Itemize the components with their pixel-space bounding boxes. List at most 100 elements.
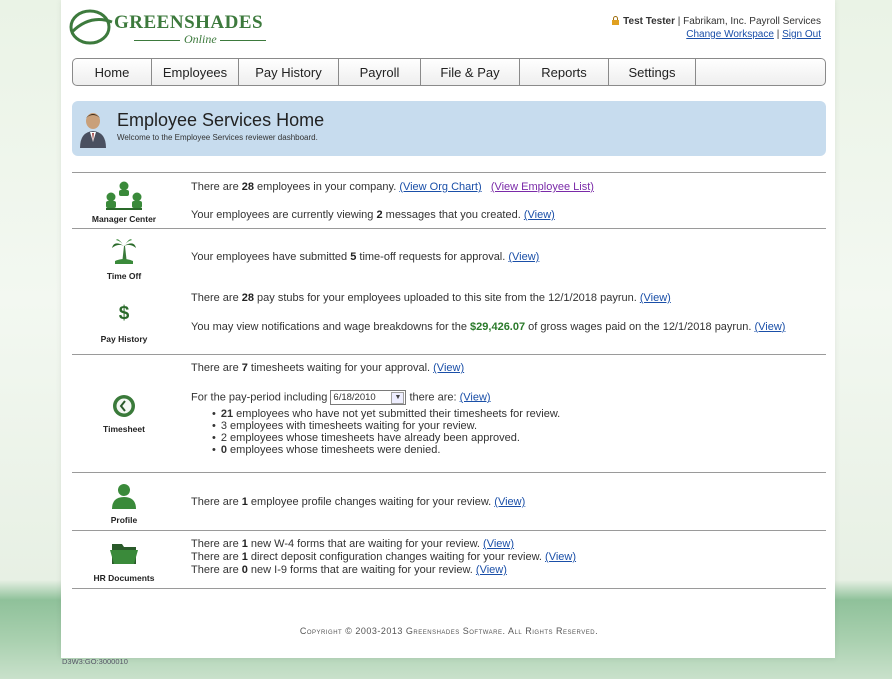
view-timesheets-link[interactable]: (View) xyxy=(433,362,464,374)
user-name: Test Tester xyxy=(623,16,676,27)
folder-icon xyxy=(110,544,138,564)
dollar-icon: $ xyxy=(119,303,130,323)
text: There are xyxy=(191,362,242,374)
nav-reports[interactable]: Reports xyxy=(520,59,609,85)
section-pay-history: $ Pay History There are 28 pay stubs for… xyxy=(72,285,826,354)
view-w4-link[interactable]: (View) xyxy=(483,538,514,550)
nav-payroll[interactable]: Payroll xyxy=(339,59,421,85)
view-i9-link[interactable]: (View) xyxy=(476,564,507,576)
pay-history-label: Pay History xyxy=(100,334,148,344)
list-item: 21 employees who have not yet submitted … xyxy=(212,408,560,420)
employee-count: 28 xyxy=(241,181,254,193)
copyright-text: Copyright © 2003-2013 Greenshades Softwa… xyxy=(299,626,599,636)
timesheet-label: Timesheet xyxy=(103,424,145,434)
text: new I-9 forms that are waiting for your … xyxy=(247,564,476,576)
text: There are xyxy=(191,551,242,563)
text: There are xyxy=(191,538,242,550)
nav-file-pay[interactable]: File & Pay xyxy=(421,59,520,85)
pay-period-date-picker[interactable]: 6/18/2010 ▼ xyxy=(330,390,407,405)
view-org-chart-link[interactable]: (View Org Chart) xyxy=(399,181,481,193)
user-info: Test Tester | Fabrikam, Inc. Payroll Ser… xyxy=(611,15,821,41)
text: timesheets waiting for your approval. xyxy=(247,362,434,374)
logo-rule-right xyxy=(220,40,266,41)
text: Your employees have submitted xyxy=(191,251,351,263)
profile-changes-line: There are 1 employee profile changes wai… xyxy=(191,496,525,508)
main-nav: Home Employees Pay History Payroll File … xyxy=(72,58,826,86)
text: messages that you created. xyxy=(382,209,524,221)
manager-messages-line: Your employees are currently viewing 2 m… xyxy=(191,209,555,221)
text: employees in your company. xyxy=(254,181,400,193)
view-profile-changes-link[interactable]: (View) xyxy=(494,496,525,508)
sign-out-link[interactable]: Sign Out xyxy=(782,29,821,40)
header-separator: | xyxy=(773,29,783,40)
greenshades-logo[interactable]: GREENSHADES Online xyxy=(68,6,268,46)
text: time-off requests for approval. xyxy=(356,251,509,263)
view-pay-period-link[interactable]: (View) xyxy=(460,391,491,403)
user-avatar-icon xyxy=(80,113,106,148)
clock-icon xyxy=(113,395,135,417)
text: employees with timesheets waiting for yo… xyxy=(226,420,478,432)
text: employees whose timesheets were denied. xyxy=(226,444,441,456)
page-title-panel: Employee Services Home Welcome to the Em… xyxy=(72,101,826,156)
change-workspace-link[interactable]: Change Workspace xyxy=(686,29,774,40)
text: pay stubs for your employees uploaded to… xyxy=(254,292,640,304)
brand-name: GREENSHADES xyxy=(114,12,264,33)
view-time-off-link[interactable]: (View) xyxy=(508,251,539,263)
time-off-line: Your employees have submitted 5 time-off… xyxy=(191,251,539,263)
svg-text:$: $ xyxy=(119,303,130,323)
pay-period-date-value: 6/18/2010 xyxy=(333,392,376,403)
text: there are: xyxy=(406,391,460,404)
text: employee profile changes waiting for you… xyxy=(247,496,495,508)
count: 21 xyxy=(220,408,234,420)
chevron-down-icon[interactable]: ▼ xyxy=(391,392,405,404)
text: new W-4 forms that are waiting for your … xyxy=(247,538,484,550)
view-pay-stubs-link[interactable]: (View) xyxy=(640,292,671,304)
view-messages-link[interactable]: (View) xyxy=(524,209,555,221)
text: of gross wages paid on the 12/1/2018 pay… xyxy=(525,321,752,333)
text: Your employees are currently viewing xyxy=(191,209,377,221)
text: There are xyxy=(191,496,242,508)
timesheet-status-list: 21 employees who have not yet submitted … xyxy=(212,408,560,456)
pay-stubs-line: There are 28 pay stubs for your employee… xyxy=(191,292,671,304)
section-manager-center: Manager Center There are 28 employees in… xyxy=(72,172,826,228)
lock-icon xyxy=(612,16,620,25)
view-employee-list-link[interactable]: (View Employee List) xyxy=(491,181,594,193)
manager-center-label: Manager Center xyxy=(91,214,157,224)
time-off-label: Time Off xyxy=(106,271,142,281)
timesheets-waiting-line: There are 7 timesheets waiting for your … xyxy=(191,362,464,374)
pay-period-line: For the pay-period including 6/18/2010 ▼ … xyxy=(191,390,491,405)
text: employees who have not yet submitted the… xyxy=(233,408,561,420)
logo-rule-left xyxy=(134,40,180,41)
person-icon xyxy=(112,484,136,509)
hr-documents-label: HR Documents xyxy=(93,573,155,583)
nav-empty xyxy=(696,59,825,85)
list-item: 2 employees whose timesheets have alread… xyxy=(212,432,560,444)
view-direct-deposit-link[interactable]: (View) xyxy=(545,551,576,563)
text: For the pay-period including xyxy=(191,391,331,404)
view-wage-breakdown-link[interactable]: (View) xyxy=(754,321,785,333)
text: direct deposit configuration changes wai… xyxy=(247,551,546,563)
pay-stub-count: 28 xyxy=(241,292,254,304)
greenshades-logo-icon xyxy=(69,9,113,45)
nav-pay-history[interactable]: Pay History xyxy=(239,59,339,85)
nav-home[interactable]: Home xyxy=(73,59,152,85)
list-item: 0 employees whose timesheets were denied… xyxy=(212,444,560,456)
nav-settings[interactable]: Settings xyxy=(609,59,696,85)
manager-employees-line: There are 28 employees in your company. … xyxy=(191,181,594,193)
w4-forms-line: There are 1 new W-4 forms that are waiti… xyxy=(191,538,514,550)
footer-divider xyxy=(72,588,826,589)
i9-forms-line: There are 0 new I-9 forms that are waiti… xyxy=(191,564,507,576)
direct-deposit-line: There are 1 direct deposit configuration… xyxy=(191,551,576,563)
brand-sub: Online xyxy=(184,32,217,46)
text: There are xyxy=(191,292,242,304)
company-name: | Fabrikam, Inc. Payroll Services xyxy=(675,16,821,27)
list-item: 3 employees with timesheets waiting for … xyxy=(212,420,560,432)
gross-wages-amount: $29,426.07 xyxy=(470,321,526,333)
nav-employees[interactable]: Employees xyxy=(152,59,239,85)
page-code: D3W3:GO:3000010 xyxy=(62,657,128,666)
page-subtitle: Welcome to the Employee Services reviewe… xyxy=(117,133,318,142)
section-time-off: Time Off Your employees have submitted 5… xyxy=(72,228,826,286)
wage-breakdown-line: You may view notifications and wage brea… xyxy=(191,321,821,334)
text: You may view notifications and wage brea… xyxy=(191,321,471,333)
section-timesheet: Timesheet There are 7 timesheets waiting… xyxy=(72,354,826,472)
